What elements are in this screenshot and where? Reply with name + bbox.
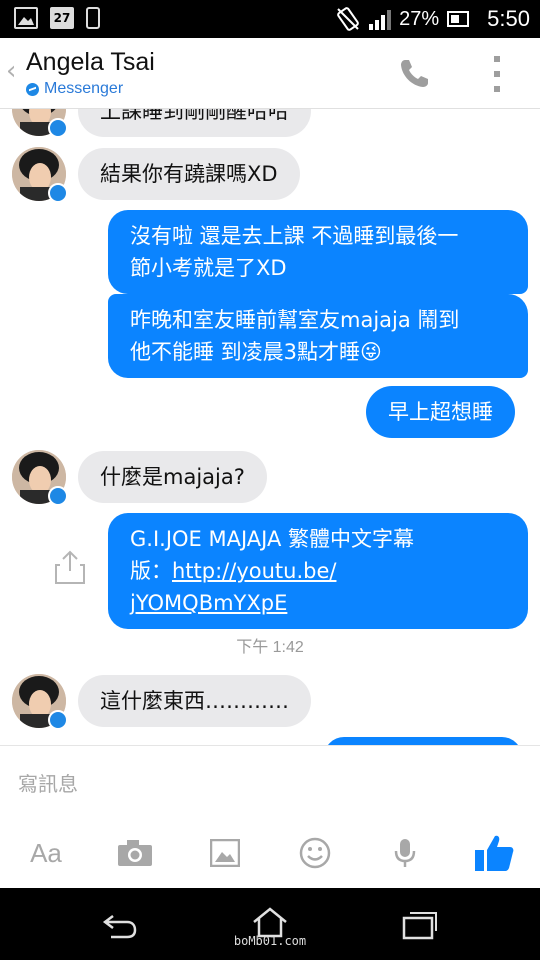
- youtube-link-continued[interactable]: jYOMQBmYXpE: [130, 591, 287, 615]
- image-icon: [14, 7, 38, 29]
- messenger-subtitle: Messenger: [26, 80, 123, 98]
- emoji-icon[interactable]: [298, 828, 332, 878]
- outgoing-message[interactable]: 早上超想睡: [366, 386, 515, 438]
- battery-percent: 27%: [399, 7, 440, 30]
- message-line: 節小考就是了XD: [130, 256, 287, 280]
- message-line: 版：http://youtu.be/: [130, 555, 506, 587]
- outgoing-link-message[interactable]: G.I.JOE MAJAJA 繁體中文字幕 版：http://youtu.be/…: [108, 513, 528, 629]
- more-vertical-icon[interactable]: [490, 56, 504, 92]
- vibrate-icon: [337, 7, 360, 31]
- text-format-button[interactable]: Aa: [26, 828, 66, 878]
- incoming-message[interactable]: 這什麼東西…………: [78, 675, 311, 727]
- timestamp: 下午 1:42: [236, 639, 304, 656]
- youtube-link[interactable]: http://youtu.be/: [172, 559, 336, 583]
- message-line: G.I.JOE MAJAJA 繁體中文字幕: [130, 527, 415, 551]
- battery-charging-icon: [447, 11, 470, 27]
- watermark: boMb01.com: [233, 934, 307, 948]
- composer: 寫訊息 Aa: [0, 745, 540, 889]
- calendar-icon: 27: [50, 7, 74, 29]
- microphone-icon[interactable]: [392, 828, 418, 878]
- outgoing-message-partial[interactable]: [324, 737, 522, 745]
- share-icon[interactable]: [54, 549, 86, 585]
- outgoing-message[interactable]: 沒有啦 還是去上課 不過睡到最後一 節小考就是了XD: [108, 210, 528, 294]
- signal-icon: [369, 8, 392, 30]
- contact-name[interactable]: Angela Tsai: [26, 48, 155, 77]
- message-line: 沒有啦 還是去上課 不過睡到最後一: [130, 224, 459, 248]
- camera-icon[interactable]: [116, 828, 154, 878]
- system-nav-bar: boMb01.com: [0, 888, 540, 960]
- messenger-badge-icon: [48, 118, 68, 138]
- message-line: jYOMQBmYXpE: [130, 587, 506, 619]
- messenger-badge-icon: [48, 183, 68, 203]
- phone-icon: [86, 7, 100, 29]
- message-text: 版：: [130, 559, 172, 583]
- incoming-message[interactable]: 上課睡到剛剛醒哈哈: [78, 109, 311, 137]
- like-icon[interactable]: [472, 828, 516, 878]
- composer-toolbar: Aa: [0, 828, 540, 878]
- incoming-message[interactable]: 結果你有蹺課嗎XD: [78, 148, 300, 200]
- outgoing-message[interactable]: 昨晚和室友睡前幫室友majaja 鬧到 他不能睡 到凌晨3點才睡😜: [108, 294, 528, 378]
- messenger-badge-icon: [48, 486, 68, 506]
- message-input[interactable]: 寫訊息: [18, 768, 78, 797]
- status-bar: 27 27% 5:50: [0, 0, 540, 38]
- clock: 5:50: [487, 6, 530, 31]
- incoming-message[interactable]: 什麼是majaja?: [78, 451, 267, 503]
- phone-icon[interactable]: [396, 56, 432, 92]
- chevron-left-icon[interactable]: ‹: [6, 56, 16, 86]
- messenger-label: Messenger: [44, 80, 124, 97]
- messenger-icon: [26, 82, 39, 96]
- gallery-icon[interactable]: [208, 828, 242, 878]
- message-line: 昨晚和室友睡前幫室友majaja 鬧到: [130, 308, 460, 332]
- messenger-badge-icon: [48, 710, 68, 730]
- conversation-header: ‹ Angela Tsai Messenger: [0, 38, 540, 109]
- message-line: 他不能睡 到凌晨3點才睡😜: [130, 340, 382, 364]
- message-list[interactable]: 上課睡到剛剛醒哈哈 結果你有蹺課嗎XD 沒有啦 還是去上課 不過睡到最後一 節小…: [0, 109, 540, 745]
